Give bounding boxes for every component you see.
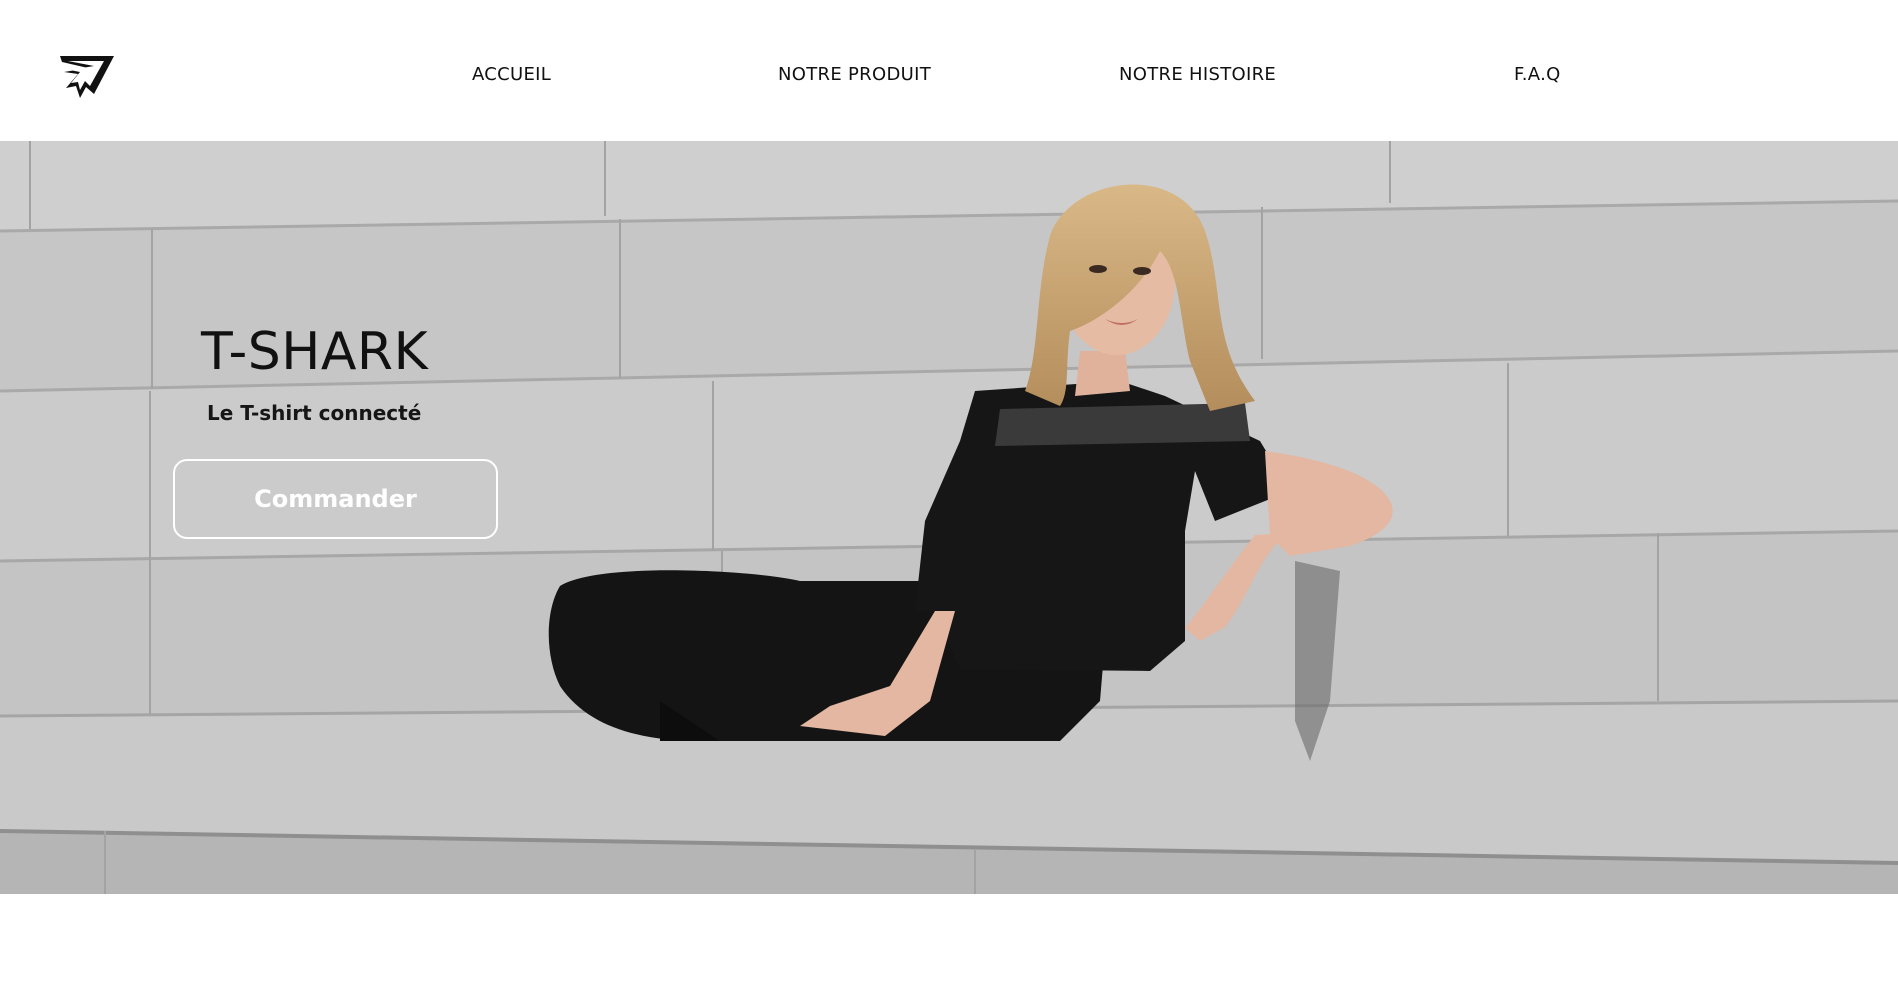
nav-notre-histoire[interactable]: NOTRE HISTOIRE: [1119, 64, 1276, 85]
hero-title: T-SHARK: [201, 322, 429, 382]
nav-faq[interactable]: F.A.Q: [1514, 64, 1561, 85]
hero-subtitle: Le T-shirt connecté: [207, 401, 422, 425]
site-header: ACCUEIL NOTRE PRODUIT NOTRE HISTOIRE F.A…: [0, 0, 1898, 141]
order-button[interactable]: Commander: [173, 459, 498, 539]
page-content-area: [0, 894, 1898, 1002]
shark-logo-icon[interactable]: [58, 52, 116, 100]
nav-accueil[interactable]: ACCUEIL: [472, 64, 551, 85]
hero-banner: T-SHARK Le T-shirt connecté Commander: [0, 141, 1898, 894]
nav-notre-produit[interactable]: NOTRE PRODUIT: [778, 64, 931, 85]
